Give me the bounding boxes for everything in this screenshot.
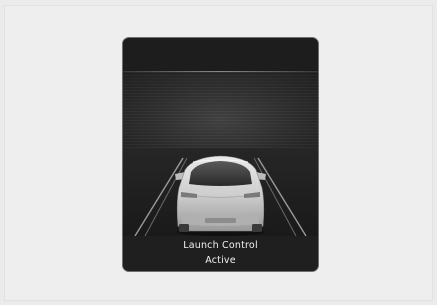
- display-sky-area: [123, 72, 318, 158]
- car-rear-icon: [175, 155, 266, 236]
- status-message: Launch Control Active: [123, 236, 318, 271]
- page: Launch Control Active: [0, 0, 437, 305]
- status-title: Launch Control: [183, 240, 258, 251]
- display-top-band: [123, 38, 318, 70]
- cluster-display: Launch Control Active: [123, 38, 318, 271]
- status-value: Active: [205, 255, 236, 266]
- road-scene: [123, 148, 318, 236]
